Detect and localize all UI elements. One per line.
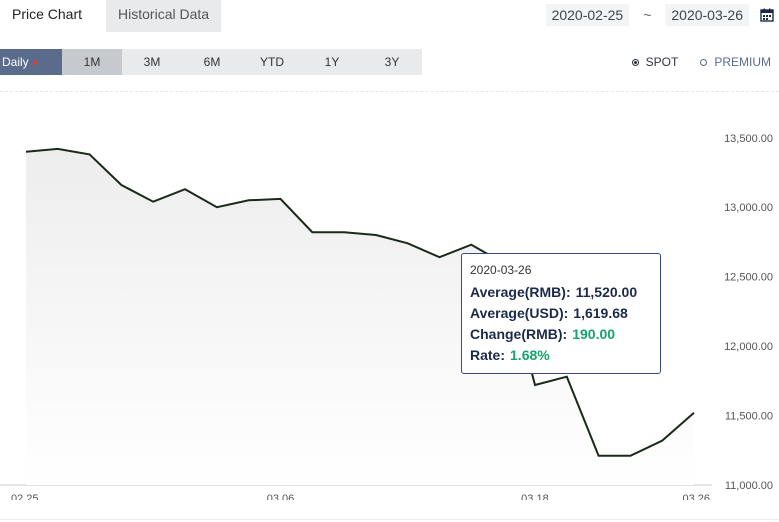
data-point (24, 150, 28, 154)
premium-label: PREMIUM (714, 55, 771, 69)
data-point (374, 233, 378, 237)
radio-checked-icon (631, 58, 639, 66)
y-tick-label: 12,500.00 (724, 272, 773, 284)
daily-label: Daily (2, 55, 29, 69)
spot-label: SPOT (645, 55, 679, 69)
tab-historical-data[interactable]: Historical Data (106, 0, 222, 32)
y-tick-label: 13,500.00 (724, 133, 773, 145)
bottom-border (0, 519, 779, 520)
data-point (247, 198, 251, 202)
data-point (151, 200, 155, 204)
range-3m-button[interactable]: 3M (122, 49, 182, 75)
chart-tooltip: 2020-03-26 Average(RMB): 11,520.00 Averag… (461, 253, 661, 374)
caret-down-icon: ▼ (30, 58, 40, 68)
divider (0, 91, 779, 92)
tooltip-avg-usd: Average(USD): 1,619.68 (470, 303, 652, 324)
x-tick-label: 02.25 (11, 493, 39, 500)
start-date-input[interactable]: 2020-02-25 (545, 4, 630, 26)
tab-bar: Price Chart Historical Data (0, 0, 222, 32)
data-point (597, 454, 601, 458)
range-6m-button[interactable]: 6M (182, 49, 242, 75)
data-point (88, 152, 92, 156)
x-tick-label: 03.06 (267, 493, 295, 500)
data-point (406, 241, 410, 245)
date-separator: ~ (643, 7, 652, 23)
tooltip-avg-usd-label: Average(USD): (470, 305, 569, 321)
range-3y-button[interactable]: 3Y (362, 49, 422, 75)
y-tick-label: 12,000.00 (724, 341, 773, 353)
data-point (342, 230, 346, 234)
data-point (215, 205, 219, 209)
tooltip-avg-usd-value: 1,619.68 (573, 305, 628, 321)
tooltip-change-label: Change(RMB): (470, 326, 568, 342)
data-point (278, 197, 282, 201)
data-point (692, 411, 696, 415)
tooltip-avg-rmb-label: Average(RMB): (470, 284, 571, 300)
data-point (438, 255, 442, 259)
data-point (310, 230, 314, 234)
x-tick-label: 03.26 (682, 493, 710, 500)
price-chart[interactable]: 11,000.00 11,500.00 12,000.00 12,500.00 13,0… (0, 100, 779, 500)
tooltip-change: Change(RMB): 190.00 (470, 324, 652, 345)
tooltip-change-value: 190.00 (572, 326, 616, 342)
tooltip-rate-label: Rate: (470, 347, 506, 363)
y-tick-label: 13,000.00 (724, 202, 773, 214)
data-point (660, 439, 664, 443)
tooltip-avg-rmb-value: 11,520.00 (575, 284, 638, 300)
tooltip-avg-rmb: Average(RMB): 11,520.00 (470, 282, 652, 303)
tooltip-rate-value: 1.68% (510, 347, 550, 363)
range-ytd-button[interactable]: YTD (242, 49, 302, 75)
tooltip-rate: Rate: 1.68% (470, 345, 652, 366)
range-1y-button[interactable]: 1Y (302, 49, 362, 75)
data-point (628, 454, 632, 458)
data-point (565, 375, 569, 379)
tab-price-chart[interactable]: Price Chart (0, 0, 95, 32)
end-date-input[interactable]: 2020-03-26 (665, 4, 749, 26)
data-point (183, 187, 187, 191)
spot-radio[interactable]: SPOT (631, 55, 679, 69)
calendar-icon[interactable] (755, 4, 779, 26)
range-1m-button[interactable]: 1M (62, 49, 122, 75)
y-tick-label: 11,500.00 (725, 411, 773, 423)
radio-unchecked-icon (700, 58, 708, 66)
premium-radio[interactable]: PREMIUM (700, 55, 771, 69)
tooltip-date: 2020-03-26 (470, 263, 532, 277)
data-point (119, 183, 123, 187)
data-point (533, 383, 537, 387)
range-selector: Daily ▼ 1M 3M 6M YTD 1Y 3Y (0, 49, 422, 75)
data-point (469, 243, 473, 247)
data-point (56, 147, 60, 151)
price-type-selector: SPOT PREMIUM (610, 55, 771, 69)
date-range: 2020-02-25 ~ 2020-03-26 (545, 4, 779, 26)
y-tick-label: 11,000.00 (725, 480, 773, 492)
x-tick-label: 03.18 (521, 493, 549, 500)
daily-dropdown[interactable]: Daily ▼ (0, 49, 62, 75)
